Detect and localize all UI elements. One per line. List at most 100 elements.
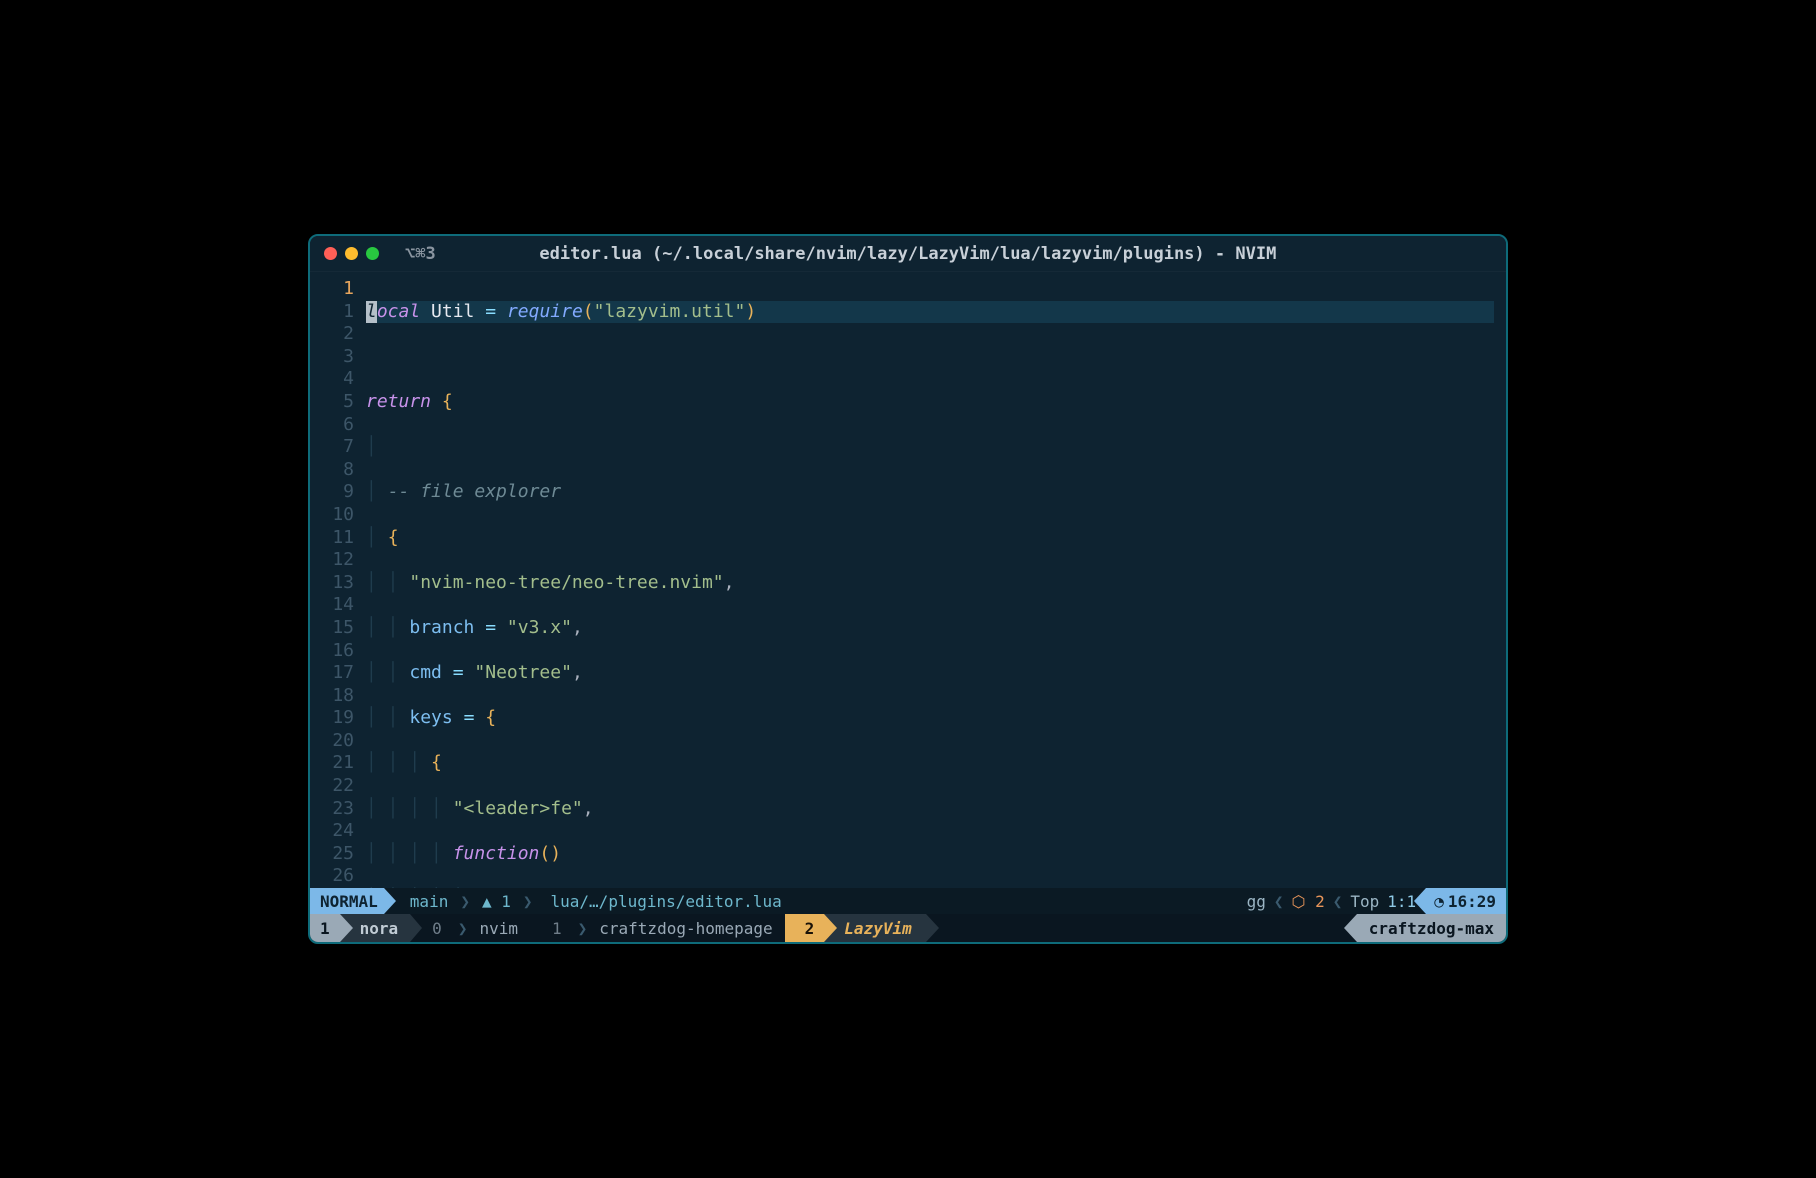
operator: = bbox=[485, 617, 496, 638]
string: "Neotree" bbox=[474, 662, 572, 683]
line-number: 16 bbox=[310, 640, 354, 663]
line-number: 6 bbox=[310, 414, 354, 437]
line-number: 22 bbox=[310, 775, 354, 798]
separator-icon: ❯ bbox=[460, 892, 470, 911]
file-path: lua/…/plugins/editor.lua bbox=[551, 892, 782, 911]
line-number-gutter: 1 1 2 3 4 5 6 7 8 9 10 11 12 13 14 15 16… bbox=[310, 272, 364, 888]
line-number: 12 bbox=[310, 549, 354, 572]
operator: = bbox=[464, 707, 475, 728]
keyword-function: function bbox=[453, 843, 540, 864]
code-line: local Util = require("lazyvim.util") bbox=[366, 301, 1494, 324]
code-line: │ │ │ │ "<leader>fe", bbox=[366, 798, 1500, 821]
code-line: │ │ "nvim-neo-tree/neo-tree.nvim", bbox=[366, 572, 1500, 595]
string: "<leader>fe" bbox=[453, 798, 583, 819]
tmux-window-active-name[interactable]: LazyVim bbox=[824, 914, 925, 942]
statusline: NORMAL main ❯ ▲ 1 ❯ lua/…/plugins/editor… bbox=[310, 888, 1506, 914]
code-line: │ │ keys = { bbox=[366, 707, 1500, 730]
comment: -- file explorer bbox=[388, 481, 561, 502]
tmux-window[interactable]: 1 ❯ craftzdog-homepage bbox=[530, 914, 785, 942]
line-number: 13 bbox=[310, 572, 354, 595]
code-content[interactable]: local Util = require("lazyvim.util") ret… bbox=[364, 272, 1506, 888]
line-number: 24 bbox=[310, 820, 354, 843]
line-number: 11 bbox=[310, 527, 354, 550]
line-number: 8 bbox=[310, 459, 354, 482]
code-line: │ bbox=[366, 436, 1500, 459]
separator-icon: ❮ bbox=[1274, 892, 1284, 911]
string: "v3.x" bbox=[507, 617, 572, 638]
code-line: return { bbox=[366, 391, 1500, 414]
tmux-statusline: 1 nora 0 ❯ nvim 1 ❯ craftzdog-homepage 2… bbox=[310, 914, 1506, 942]
keyword-local: ocal bbox=[377, 301, 420, 322]
line-number: 2 bbox=[310, 323, 354, 346]
tmux-window-index: 1 bbox=[552, 919, 562, 938]
code-line: │ │ │ { bbox=[366, 752, 1500, 775]
identifier: Util bbox=[431, 301, 474, 322]
separator-icon: ❯ bbox=[523, 892, 533, 911]
line-number: 14 bbox=[310, 594, 354, 617]
clock: ◔16:29 bbox=[1426, 888, 1506, 914]
line-number: 18 bbox=[310, 685, 354, 708]
code-line: │ │ branch = "v3.x", bbox=[366, 617, 1500, 640]
code-line: │ │ cmd = "Neotree", bbox=[366, 662, 1500, 685]
string: "lazyvim.util" bbox=[594, 301, 746, 322]
brace: { bbox=[388, 527, 399, 548]
titlebar: ⌥⌘3 editor.lua (~/.local/share/nvim/lazy… bbox=[310, 236, 1506, 272]
lsp-icon: ⬡ 2 bbox=[1291, 892, 1324, 911]
code-line: │ { bbox=[366, 527, 1500, 550]
property: keys bbox=[409, 707, 452, 728]
window-title: editor.lua (~/.local/share/nvim/lazy/Laz… bbox=[324, 244, 1492, 264]
code-line: │ -- file explorer bbox=[366, 481, 1500, 504]
tmux-session[interactable]: 1 bbox=[310, 914, 340, 942]
brace: { bbox=[431, 752, 442, 773]
spacer bbox=[792, 888, 1237, 914]
line-number: 5 bbox=[310, 391, 354, 414]
property: branch bbox=[409, 617, 474, 638]
tmux-hostname: craftzdog-max bbox=[1357, 914, 1506, 942]
line-number: 7 bbox=[310, 436, 354, 459]
clock-time: 16:29 bbox=[1448, 892, 1496, 911]
comma: , bbox=[583, 798, 594, 819]
brace: { bbox=[442, 391, 453, 412]
line-number: 1 bbox=[310, 278, 354, 301]
line-number: 4 bbox=[310, 368, 354, 391]
string: "nvim-neo-tree/neo-tree.nvim" bbox=[409, 572, 723, 593]
spacer bbox=[926, 914, 1357, 942]
line-number: 26 bbox=[310, 865, 354, 888]
cursor-position: 1:1 bbox=[1387, 892, 1416, 911]
separator-icon: ❯ bbox=[458, 919, 468, 938]
line-number: 21 bbox=[310, 752, 354, 775]
brace: { bbox=[485, 707, 496, 728]
code-line bbox=[366, 346, 1500, 369]
tmux-window-active[interactable]: 2 bbox=[785, 914, 825, 942]
line-number: 19 bbox=[310, 707, 354, 730]
line-number: 1 bbox=[310, 301, 354, 324]
statusline-right: gg ❮ ⬡ 2 ❮ Top 1:1 bbox=[1237, 888, 1427, 914]
tmux-window-name: craftzdog-homepage bbox=[599, 919, 772, 938]
line-number: 23 bbox=[310, 798, 354, 821]
separator-icon: ❮ bbox=[1333, 892, 1343, 911]
tmux-window-index: 0 bbox=[432, 919, 442, 938]
paren: () bbox=[539, 843, 561, 864]
line-number: 20 bbox=[310, 730, 354, 753]
editor-area[interactable]: 1 1 2 3 4 5 6 7 8 9 10 11 12 13 14 15 16… bbox=[310, 272, 1506, 888]
operator: = bbox=[485, 301, 496, 322]
line-number: 9 bbox=[310, 481, 354, 504]
scroll-hint: gg bbox=[1247, 892, 1266, 911]
tmux-window-name: nora bbox=[360, 919, 399, 938]
clock-icon: ◔ bbox=[1434, 892, 1444, 911]
function-require: require bbox=[507, 301, 583, 322]
tmux-window[interactable]: 0 ❯ nvim bbox=[410, 914, 530, 942]
keyword-return: return bbox=[366, 391, 431, 412]
operator: = bbox=[453, 662, 464, 683]
line-number: 17 bbox=[310, 662, 354, 685]
diagnostic-warn-icon: ▲ 1 bbox=[482, 892, 511, 911]
property: cmd bbox=[409, 662, 442, 683]
comma: , bbox=[572, 617, 583, 638]
git-branch-name: main bbox=[410, 892, 449, 911]
mode-indicator: NORMAL bbox=[310, 888, 384, 914]
git-branch: main ❯ ▲ 1 ❯ lua/…/plugins/editor.lua bbox=[384, 888, 792, 914]
comma: , bbox=[724, 572, 735, 593]
cursor: l bbox=[366, 301, 377, 324]
comma: , bbox=[572, 662, 583, 683]
line-number: 3 bbox=[310, 346, 354, 369]
